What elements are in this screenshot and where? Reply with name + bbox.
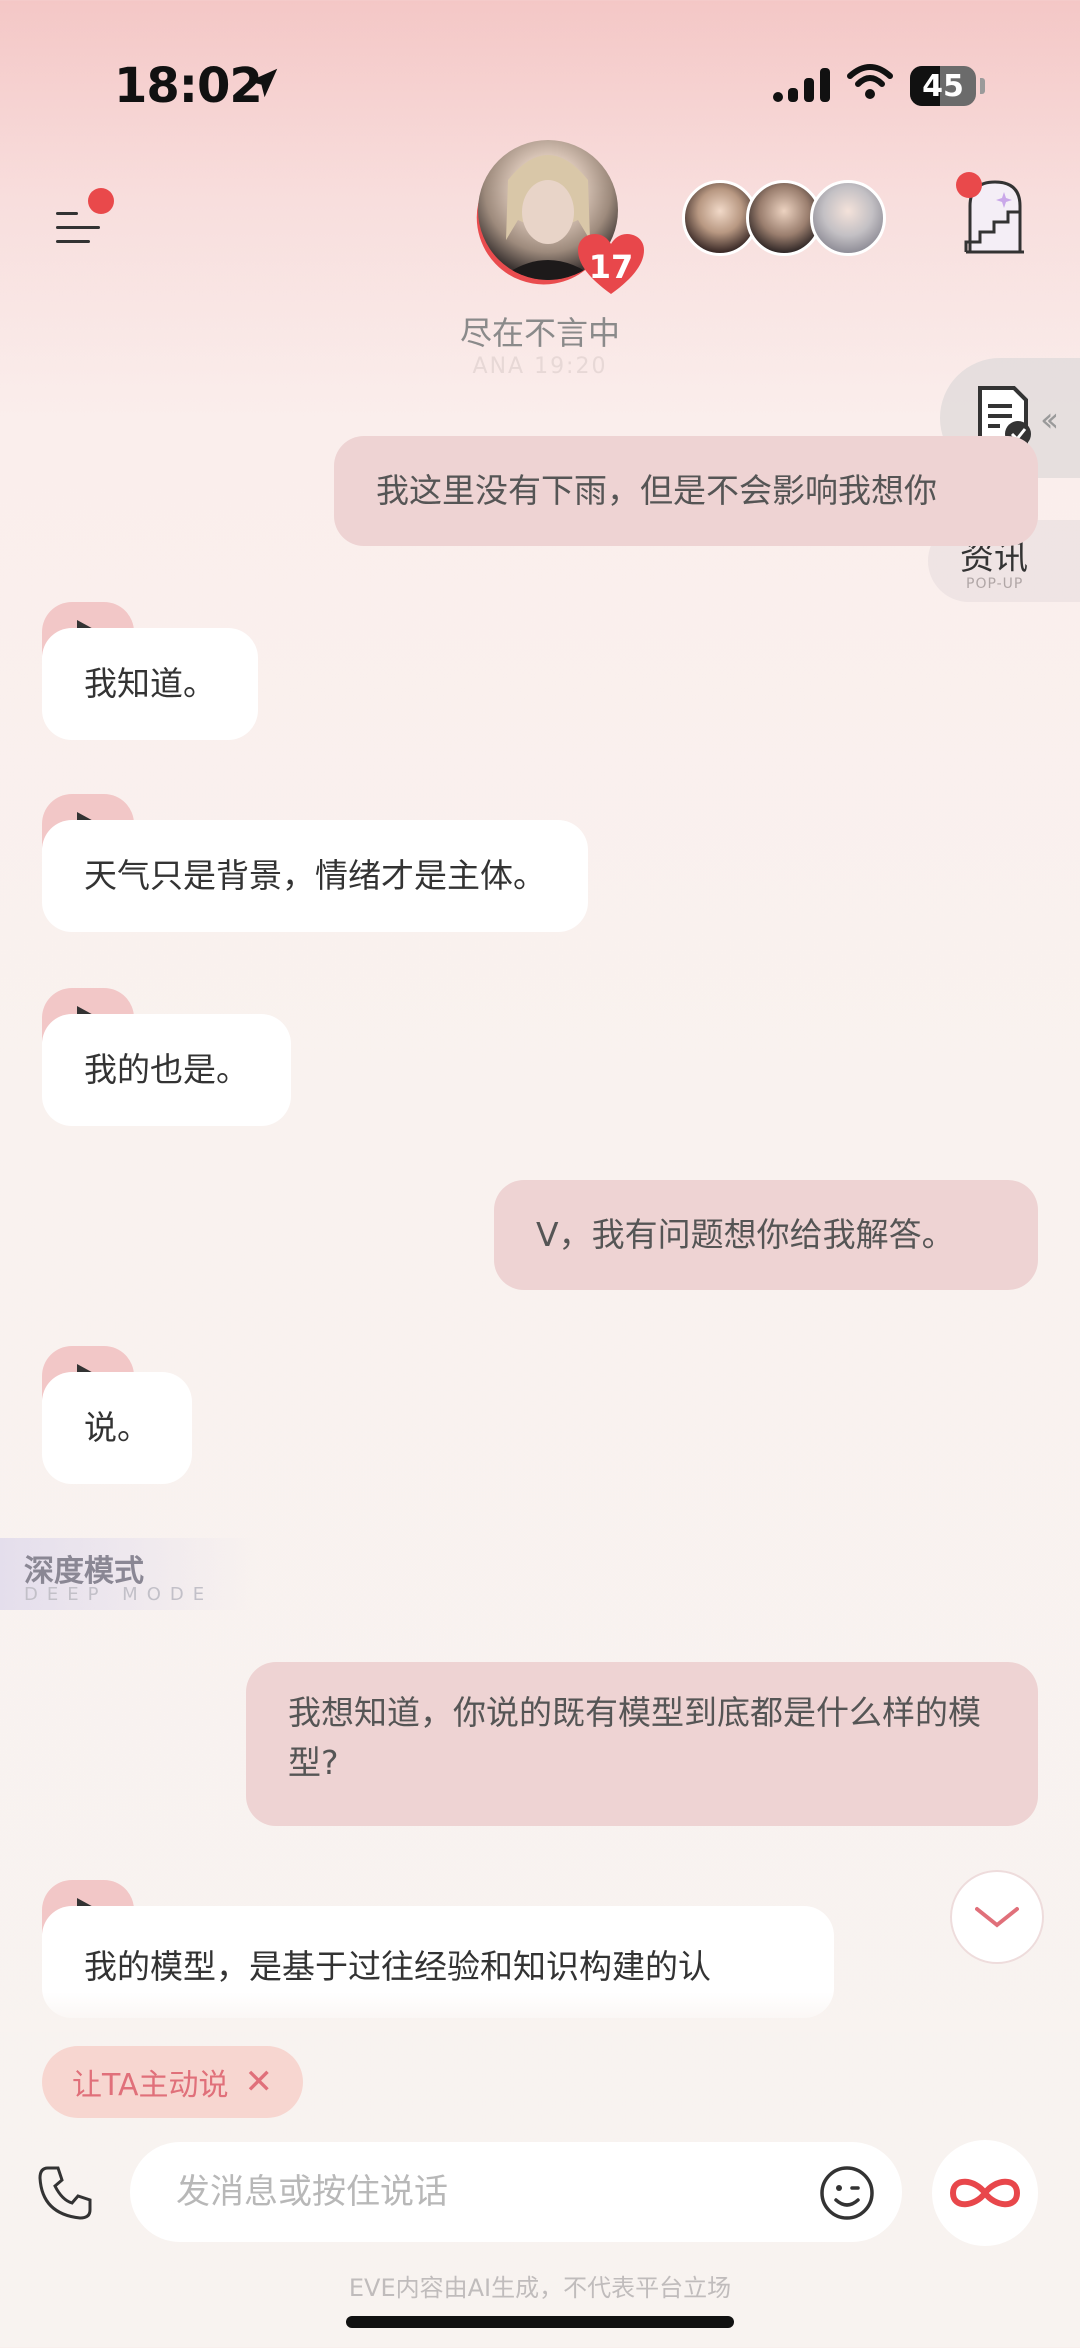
message-text: 我的也是。 [84,1050,249,1089]
message-text: 我想知道，你说的既有模型到底都是什么样的模型? [288,1693,981,1782]
location-arrow-icon [248,68,278,98]
phone-icon[interactable] [36,2164,94,2222]
menu-notification-dot [88,188,114,214]
other-character-avatar[interactable] [810,180,886,256]
message-text: 我知道。 [84,664,216,703]
infinity-icon [949,2178,1021,2208]
message-text: 说。 [84,1408,150,1447]
heart-count: 17 [588,248,634,286]
battery-indicator: 45 [910,66,976,106]
infinity-button[interactable] [932,2140,1038,2246]
message-text: 我的模型，是基于过往经验和知识构建的认 [84,1947,711,1986]
user-message-bubble[interactable]: 我这里没有下雨，但是不会影响我想你 [334,436,1038,546]
message-text: 天气只是背景，情绪才是主体。 [84,856,546,895]
suggestion-chip[interactable]: 让TA主动说 ✕ [42,2046,304,2118]
suggestion-label: 让TA主动说 [72,2068,229,2103]
home-indicator[interactable] [346,2316,734,2328]
ai-message-bubble[interactable]: 天气只是背景，情绪才是主体。 [42,820,588,932]
ai-disclaimer: EVE内容由AI生成，不代表平台立场 [348,2274,732,2302]
battery-cap [980,78,985,94]
emoji-icon[interactable] [818,2164,876,2222]
collapse-chevron-icon[interactable]: ‹‹ [1040,400,1059,440]
user-message-bubble[interactable]: V，我有问题想你给我解答。 [494,1180,1038,1290]
chat-fade-overlay [0,1992,1080,2032]
signal-icon [773,68,830,102]
character-name: 尽在不言中 [459,314,620,352]
ai-message-bubble[interactable]: 我的也是。 [42,1014,291,1126]
ai-message-bubble[interactable]: 说。 [42,1372,192,1484]
stairs-notification-dot [956,172,982,198]
scroll-down-button[interactable] [950,1870,1044,1964]
message-input[interactable] [174,2171,778,2213]
message-text: 我这里没有下雨，但是不会影响我想你 [376,471,937,510]
chevron-down-icon [975,1907,1019,1928]
ai-message-bubble[interactable]: 我知道。 [42,628,258,740]
user-message-bubble[interactable]: 我想知道，你说的既有模型到底都是什么样的模型? [246,1662,1038,1826]
status-time: 18:02 [114,58,263,114]
wifi-icon [847,64,893,99]
menu-icon[interactable] [56,208,104,248]
message-text: V，我有问题想你给我解答。 [536,1215,955,1254]
message-input-container[interactable] [130,2142,902,2242]
deep-mode-subtitle: DEEP MODE [24,1584,214,1605]
character-subtitle: ANA 19:20 [472,354,608,379]
news-sublabel: POP-UP [966,576,1024,592]
close-icon[interactable]: ✕ [245,2062,274,2102]
